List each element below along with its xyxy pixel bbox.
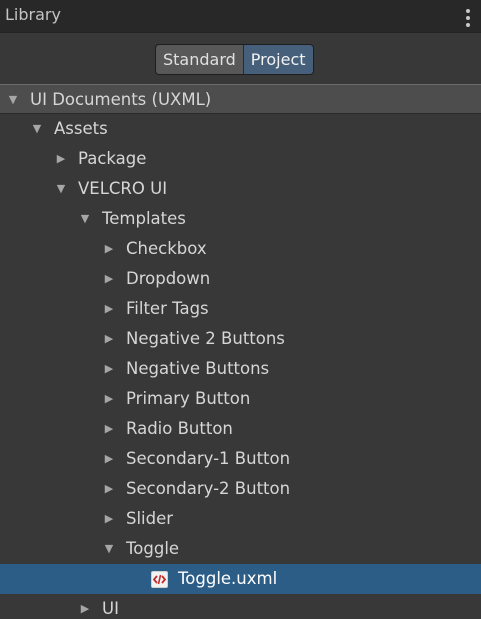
tree-item-label: Filter Tags [126, 299, 209, 318]
tree-item-velcro-ui[interactable]: ▼ VELCRO UI [0, 174, 481, 204]
tree-item-label: Negative Buttons [126, 359, 270, 378]
tree-item-label: UI Documents (UXML) [30, 90, 212, 109]
tree-item-secondary-2-button[interactable]: ▶ Secondary-2 Button [0, 474, 481, 504]
tree-item-toggle[interactable]: ▼ Toggle [0, 534, 481, 564]
collapse-arrow-icon[interactable]: ▶ [102, 414, 116, 444]
library-tree: ▼ UI Documents (UXML) ▼ Assets ▶ Package… [0, 84, 481, 619]
tree-item-label: Toggle [126, 539, 180, 558]
tree-item-label: UI [102, 599, 119, 618]
tree-item-label: Templates [102, 209, 186, 228]
tree-item-label: Primary Button [126, 389, 251, 408]
tree-item-label: Assets [54, 119, 108, 138]
standard-toggle-button[interactable]: Standard [156, 45, 244, 74]
uxml-file-icon [151, 571, 168, 588]
collapse-arrow-icon[interactable]: ▶ [102, 234, 116, 264]
tree-item-negative-2-buttons[interactable]: ▶ Negative 2 Buttons [0, 324, 481, 354]
tree-item-label: VELCRO UI [78, 179, 168, 198]
more-options-icon[interactable] [466, 9, 470, 27]
tree-item-package[interactable]: ▶ Package [0, 144, 481, 174]
project-toggle-button[interactable]: Project [243, 45, 313, 74]
collapse-arrow-icon[interactable]: ▶ [54, 144, 68, 174]
collapse-arrow-icon[interactable]: ▶ [102, 354, 116, 384]
tree-item-label: Checkbox [126, 239, 207, 258]
collapse-arrow-icon[interactable]: ▶ [102, 504, 116, 534]
tree-item-secondary-1-button[interactable]: ▶ Secondary-1 Button [0, 444, 481, 474]
tree-item-label: Slider [126, 509, 174, 528]
library-title: Library [5, 5, 61, 24]
library-panel: Library Standard Project ▼ UI Documents … [0, 0, 481, 619]
tree-item-label: Secondary-2 Button [126, 479, 291, 498]
expand-arrow-icon[interactable]: ▼ [30, 114, 44, 144]
collapse-arrow-icon[interactable]: ▶ [102, 384, 116, 414]
tree-item-negative-buttons[interactable]: ▶ Negative Buttons [0, 354, 481, 384]
tree-item-label: Radio Button [126, 419, 233, 438]
tree-item-label: Secondary-1 Button [126, 449, 291, 468]
tree-item-label: Toggle.uxml [178, 569, 278, 588]
expand-arrow-icon[interactable]: ▼ [102, 534, 116, 564]
tree-item-ui-documents[interactable]: ▼ UI Documents (UXML) [0, 84, 481, 114]
tree-item-primary-button[interactable]: ▶ Primary Button [0, 384, 481, 414]
collapse-arrow-icon[interactable]: ▶ [78, 594, 92, 619]
expand-arrow-icon[interactable]: ▼ [6, 85, 20, 115]
library-header: Library [0, 0, 481, 33]
collapse-arrow-icon[interactable]: ▶ [102, 474, 116, 504]
tree-item-ui[interactable]: ▶ UI [0, 594, 481, 619]
tree-item-label: Package [78, 149, 147, 168]
tree-item-label: Negative 2 Buttons [126, 329, 285, 348]
expand-arrow-icon[interactable]: ▼ [54, 174, 68, 204]
tree-item-assets[interactable]: ▼ Assets [0, 114, 481, 144]
tree-item-label: Dropdown [126, 269, 211, 288]
tree-item-dropdown[interactable]: ▶ Dropdown [0, 264, 481, 294]
collapse-arrow-icon[interactable]: ▶ [102, 294, 116, 324]
view-toggle: Standard Project [155, 44, 314, 75]
collapse-arrow-icon[interactable]: ▶ [102, 324, 116, 354]
tree-item-toggle-uxml[interactable]: Toggle.uxml [0, 564, 481, 594]
tree-item-radio-button[interactable]: ▶ Radio Button [0, 414, 481, 444]
tree-item-slider[interactable]: ▶ Slider [0, 504, 481, 534]
collapse-arrow-icon[interactable]: ▶ [102, 444, 116, 474]
tree-item-templates[interactable]: ▼ Templates [0, 204, 481, 234]
tree-item-filter-tags[interactable]: ▶ Filter Tags [0, 294, 481, 324]
tree-item-checkbox[interactable]: ▶ Checkbox [0, 234, 481, 264]
collapse-arrow-icon[interactable]: ▶ [102, 264, 116, 294]
expand-arrow-icon[interactable]: ▼ [78, 204, 92, 234]
